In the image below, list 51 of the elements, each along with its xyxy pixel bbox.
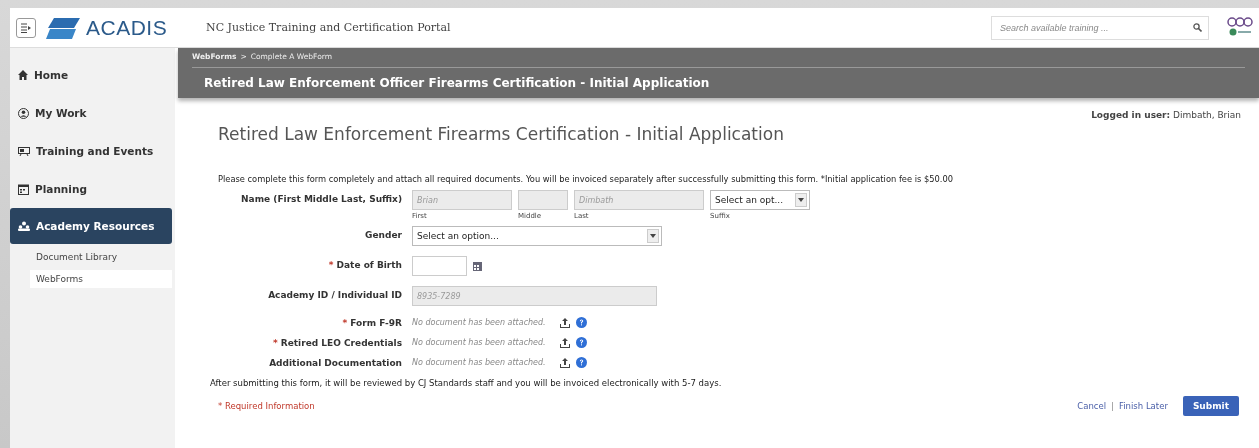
attachment-status: No document has been attached. <box>412 317 547 328</box>
help-icon[interactable] <box>576 317 587 328</box>
calendar-icon <box>18 183 29 195</box>
finish-later-link[interactable]: Finish Later <box>1119 401 1168 411</box>
field-label: Gender <box>364 229 402 240</box>
upload-icon[interactable] <box>560 317 570 328</box>
attachment-status: No document has been attached. <box>412 357 547 368</box>
portal-title: NC Justice Training and Certification Portal <box>206 21 452 34</box>
required-note: * Required Information <box>218 401 315 411</box>
calendar-icon[interactable] <box>473 261 482 271</box>
nav-item[interactable]: Training and Events <box>10 132 172 170</box>
date-field[interactable] <box>412 256 467 276</box>
nav-subitem[interactable]: Document Library <box>30 248 172 266</box>
field-label: * Retired LEO Credentials <box>271 337 402 348</box>
gender-select[interactable]: Select an option... <box>412 226 662 246</box>
form-title: Retired Law Enforcement Firearms Certification - Initial Application <box>218 124 785 144</box>
search-icon[interactable] <box>1193 23 1202 32</box>
form-intro: Please complete this form completely and attach all required documents. You will be invoiced separately after successfully submitting this form. *Initial application fee is $50.00 <box>218 174 954 184</box>
field-label: Additional Documentation <box>268 357 402 368</box>
banner-title: Retired Law Enforcement Officer Firearms Certification - Initial Application <box>203 75 711 90</box>
help-icon[interactable] <box>576 357 587 368</box>
upload-icon[interactable] <box>560 337 570 348</box>
attachment-status: No document has been attached. <box>412 337 547 348</box>
menu-icon <box>21 22 31 33</box>
nav-item[interactable]: Academy Resources <box>10 208 172 244</box>
group-icon <box>18 221 30 231</box>
nav-item[interactable]: Home <box>10 56 172 94</box>
link-separator: | <box>1111 401 1114 411</box>
menu-button[interactable] <box>16 17 36 38</box>
cancel-link[interactable]: Cancel <box>1077 401 1107 411</box>
suffix-select[interactable]: Select an opt... <box>710 190 810 210</box>
caret-icon <box>795 193 807 207</box>
nav-item[interactable]: My Work <box>10 94 172 132</box>
caret-icon <box>647 229 659 243</box>
upload-icon[interactable] <box>560 357 570 368</box>
board-icon <box>18 146 30 156</box>
logo-text: ACADIS <box>86 15 168 40</box>
submit-button[interactable]: Submit <box>1182 396 1239 416</box>
user-icon <box>18 107 29 119</box>
field-label: Academy ID / Individual ID <box>267 289 402 300</box>
nav-item[interactable]: Planning <box>10 170 172 208</box>
logged-in-user: Logged in user: Dimbath, Brian <box>1091 110 1241 120</box>
logo-icon <box>46 15 82 40</box>
field-label: * Form F-9R <box>341 317 402 328</box>
search-field[interactable]: Search available training ... <box>991 15 1209 40</box>
field-label: * Date of Birth <box>327 259 402 270</box>
nav-subitem[interactable]: WebForms <box>30 270 172 288</box>
help-icon[interactable] <box>576 337 587 348</box>
form-note: After submitting this form, it will be reviewed by CJ Standards staff and you will be invoiced electronically with 5-7 days. <box>210 378 723 388</box>
home-icon <box>18 70 28 80</box>
field-label: Name (First Middle Last, Suffix) <box>240 193 402 204</box>
